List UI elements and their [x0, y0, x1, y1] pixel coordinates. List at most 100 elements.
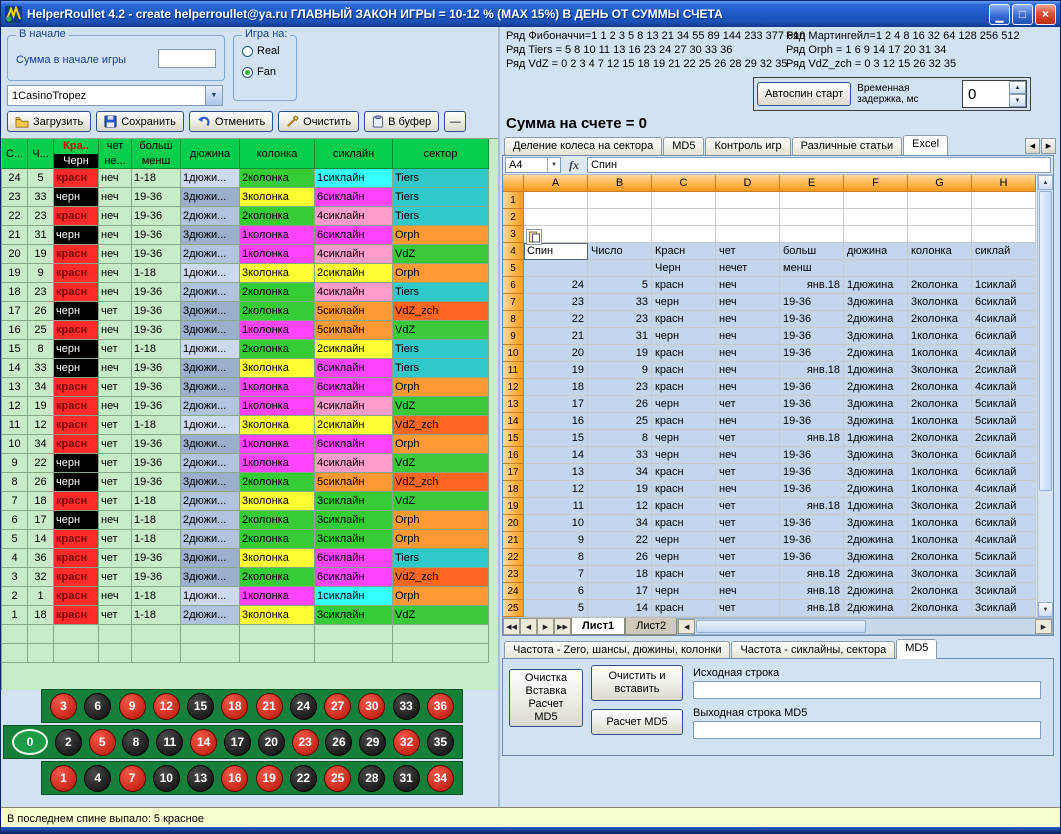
excel-cell-B22[interactable]: 26 [588, 549, 652, 566]
tab-game-control[interactable]: Контроль игр [705, 137, 790, 155]
excel-cell-F18[interactable]: 2дюжина [844, 481, 908, 498]
excel-cell-A7[interactable]: 23 [524, 294, 588, 311]
excel-cell-G9[interactable]: 1колонка [908, 328, 972, 345]
excel-col-header-B[interactable]: B [588, 175, 652, 192]
excel-col-header-A[interactable]: A [524, 175, 588, 192]
excel-cell-H15[interactable]: 2сиклай [972, 430, 1036, 447]
excel-cell-D2[interactable] [716, 209, 780, 226]
wheel-number-23[interactable]: 23 [292, 729, 319, 756]
wheel-number-15[interactable]: 15 [187, 693, 214, 720]
excel-row-header-13[interactable]: 13 [503, 396, 524, 413]
excel-cell-F6[interactable]: 1дюжина [844, 277, 908, 294]
md5-calc-button[interactable]: Расчет MD5 [591, 709, 683, 735]
excel-cell-E20[interactable]: 19-36 [780, 515, 844, 532]
wheel-number-16[interactable]: 16 [221, 765, 248, 792]
excel-row-header-11[interactable]: 11 [503, 362, 524, 379]
excel-cell-A1[interactable] [524, 192, 588, 209]
excel-cell-F12[interactable]: 2дюжина [844, 379, 908, 396]
excel-cell-A24[interactable]: 6 [524, 583, 588, 600]
excel-row-header-1[interactable]: 1 [503, 192, 524, 209]
excel-cell-D13[interactable]: чет [716, 396, 780, 413]
excel-cell-B5[interactable] [588, 260, 652, 277]
excel-col-header-G[interactable]: G [908, 175, 972, 192]
excel-cell-C14[interactable]: красн [652, 413, 716, 430]
excel-cell-C23[interactable]: красн [652, 566, 716, 583]
spin-row[interactable]: 2019красннеч19-362дюжи...1колонка4сиклай… [2, 245, 498, 264]
excel-cell-B12[interactable]: 23 [588, 379, 652, 396]
load-button[interactable]: Загрузить [7, 111, 91, 132]
excel-cell-G7[interactable]: 3колонка [908, 294, 972, 311]
spin-row[interactable]: 1034краснчет19-363дюжи...1колонка6сиклай… [2, 435, 498, 454]
tab-freq-sixline[interactable]: Частота - сиклайны, сектора [731, 641, 895, 659]
excel-cell-A22[interactable]: 8 [524, 549, 588, 566]
excel-cell-E17[interactable]: 19-36 [780, 464, 844, 481]
wheel-number-9[interactable]: 9 [119, 693, 146, 720]
excel-cell-C20[interactable]: красн [652, 515, 716, 532]
excel-cell-E3[interactable] [780, 226, 844, 243]
excel-cell-E18[interactable]: 19-36 [780, 481, 844, 498]
excel-cell-A9[interactable]: 21 [524, 328, 588, 345]
excel-cell-E10[interactable]: 19-36 [780, 345, 844, 362]
excel-cell-D4[interactable]: чет [716, 243, 780, 260]
excel-cell-A5[interactable] [524, 260, 588, 277]
spin-row[interactable]: 1726чернчет19-363дюжи...2колонка5сиклайн… [2, 302, 498, 321]
tab-scroll-right-icon[interactable]: ▶ [1041, 138, 1056, 154]
wheel-number-27[interactable]: 27 [324, 693, 351, 720]
wheel-number-31[interactable]: 31 [393, 765, 420, 792]
first-sheet-button[interactable]: ◀◀ [503, 618, 520, 635]
excel-cell-C5[interactable]: Черн [652, 260, 716, 277]
excel-cell-F2[interactable] [844, 209, 908, 226]
cell-reference-box[interactable]: A4 ▼ [505, 157, 561, 173]
excel-cell-B1[interactable] [588, 192, 652, 209]
scroll-up-icon[interactable]: ▲ [1038, 175, 1053, 190]
excel-row-header-20[interactable]: 20 [503, 515, 524, 532]
tab-freq-zero[interactable]: Частота - Zero, шансы, дюжины, колонки [504, 641, 730, 659]
wheel-number-1[interactable]: 1 [50, 765, 77, 792]
spin-row[interactable]: 1334краснчет19-363дюжи...1колонка6сиклай… [2, 378, 498, 397]
sheet-list2[interactable]: Лист2 [625, 618, 677, 635]
formula-input[interactable]: Спин [587, 157, 1051, 173]
excel-row-header-18[interactable]: 18 [503, 481, 524, 498]
excel-cell-H19[interactable]: 2сиклай [972, 498, 1036, 515]
excel-cell-B16[interactable]: 33 [588, 447, 652, 464]
excel-row-header-7[interactable]: 7 [503, 294, 524, 311]
scroll-down-icon[interactable]: ▼ [1038, 602, 1053, 617]
excel-cell-H1[interactable] [972, 192, 1036, 209]
excel-cell-E16[interactable]: 19-36 [780, 447, 844, 464]
excel-cell-F19[interactable]: 1дюжина [844, 498, 908, 515]
excel-cell-B3[interactable] [588, 226, 652, 243]
excel-cell-A15[interactable]: 15 [524, 430, 588, 447]
excel-col-header-H[interactable]: H [972, 175, 1036, 192]
spin-row[interactable]: 2131черннеч19-363дюжи...1колонка6сиклайн… [2, 226, 498, 245]
excel-cell-B8[interactable]: 23 [588, 311, 652, 328]
excel-row-header-19[interactable]: 19 [503, 498, 524, 515]
spin-row[interactable]: 718краснчет1-182дюжи...3колонка3сиклайнV… [2, 492, 498, 511]
excel-cell-A20[interactable]: 10 [524, 515, 588, 532]
excel-cell-D19[interactable]: чет [716, 498, 780, 515]
excel-cell-E19[interactable]: янв.18 [780, 498, 844, 515]
spin-row[interactable]: 436краснчет19-363дюжи...3колонка6сиклайн… [2, 549, 498, 568]
excel-cell-C7[interactable]: черн [652, 294, 716, 311]
excel-cell-H3[interactable] [972, 226, 1036, 243]
md5-clear-paste-calc-button[interactable]: Очистка Вставка Расчет MD5 [509, 669, 583, 727]
excel-select-all[interactable] [503, 175, 524, 192]
wheel-number-17[interactable]: 17 [224, 729, 251, 756]
excel-cell-B21[interactable]: 22 [588, 532, 652, 549]
excel-cell-H10[interactable]: 4сиклай [972, 345, 1036, 362]
wheel-number-28[interactable]: 28 [358, 765, 385, 792]
spin-row[interactable]: 2333черннеч19-363дюжи...3колонка6сиклайн… [2, 188, 498, 207]
spin-row[interactable]: 1625красннеч19-363дюжи...1колонка5сиклай… [2, 321, 498, 340]
excel-cell-D24[interactable]: неч [716, 583, 780, 600]
excel-cell-G4[interactable]: колонка [908, 243, 972, 260]
excel-cell-H4[interactable]: сиклай [972, 243, 1036, 260]
scrollbar-thumb[interactable] [1039, 191, 1052, 491]
excel-cell-H8[interactable]: 4сиклай [972, 311, 1036, 328]
excel-cell-F3[interactable] [844, 226, 908, 243]
wheel-number-13[interactable]: 13 [187, 765, 214, 792]
excel-cell-D12[interactable]: неч [716, 379, 780, 396]
excel-cell-G1[interactable] [908, 192, 972, 209]
excel-cell-A10[interactable]: 20 [524, 345, 588, 362]
excel-cell-E4[interactable]: больш [780, 243, 844, 260]
spin-row[interactable]: 514краснчет1-182дюжи...2колонка3сиклайнO… [2, 530, 498, 549]
excel-cell-D14[interactable]: неч [716, 413, 780, 430]
